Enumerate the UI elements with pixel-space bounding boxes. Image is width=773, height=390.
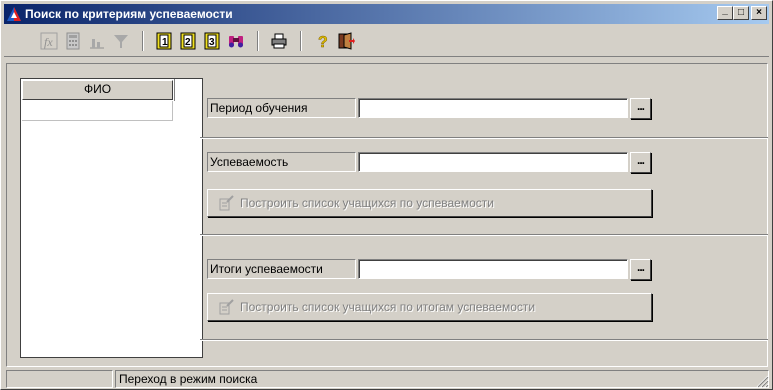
list-header-fio[interactable]: ФИО bbox=[22, 80, 173, 100]
svg-text:1: 1 bbox=[162, 37, 168, 48]
bar-chart-icon bbox=[90, 38, 104, 48]
build-list-icon bbox=[218, 195, 234, 211]
section-divider bbox=[200, 137, 768, 139]
page-1-icon: 1 bbox=[156, 32, 172, 49]
period-field[interactable] bbox=[358, 98, 628, 118]
exit-icon bbox=[338, 31, 355, 50]
calculator-button[interactable] bbox=[62, 30, 84, 52]
page-2-button[interactable]: 2 bbox=[177, 30, 199, 52]
status-message: Переход в режим поиска bbox=[115, 370, 769, 388]
performance-picker-button[interactable]: ... bbox=[630, 152, 651, 173]
printer-icon bbox=[271, 33, 287, 48]
search-window: Поиск по критериям успеваемости _ □ × fx bbox=[0, 0, 773, 390]
page-1-button[interactable]: 1 bbox=[153, 30, 175, 52]
window-title: Поиск по критериям успеваемости bbox=[25, 7, 233, 21]
app-icon bbox=[7, 7, 21, 21]
student-list[interactable]: ФИО bbox=[20, 78, 203, 358]
resize-grip-icon[interactable] bbox=[755, 374, 769, 388]
svg-text:3: 3 bbox=[209, 37, 215, 48]
maximize-button[interactable]: □ bbox=[733, 6, 749, 20]
results-picker-button[interactable]: ... bbox=[630, 259, 651, 280]
calculator-icon bbox=[66, 32, 80, 49]
toolbar-separator bbox=[142, 30, 144, 51]
performance-label: Успеваемость bbox=[207, 152, 356, 172]
help-icon: ? bbox=[318, 33, 328, 50]
section-divider bbox=[200, 234, 768, 236]
svg-text:2: 2 bbox=[185, 37, 191, 48]
svg-text:fx: fx bbox=[44, 35, 53, 49]
page-3-icon: 3 bbox=[204, 32, 220, 49]
title-bar[interactable]: Поиск по критериям успеваемости _ □ × bbox=[4, 4, 769, 24]
period-picker-button[interactable]: ... bbox=[630, 98, 651, 119]
svg-text:?: ? bbox=[318, 34, 328, 50]
status-bar: Переход в режим поиска bbox=[4, 370, 769, 388]
formula-icon: fx bbox=[40, 32, 58, 49]
filter-icon bbox=[114, 34, 128, 48]
results-label: Итоги успеваемости bbox=[207, 259, 356, 279]
list-header-edge bbox=[174, 79, 175, 101]
search-button[interactable] bbox=[225, 30, 247, 52]
page-2-icon: 2 bbox=[180, 32, 196, 49]
formula-button[interactable]: fx bbox=[38, 30, 60, 52]
status-cell bbox=[6, 370, 113, 388]
maximize-icon: □ bbox=[737, 7, 745, 18]
build-list-icon bbox=[218, 299, 234, 315]
toolbar: fx 1 2 3 ? bbox=[4, 25, 769, 57]
content-area: ФИО Период обучения ... Успеваемость ...… bbox=[6, 63, 768, 367]
section-divider bbox=[200, 339, 768, 341]
build-performance-list-label: Построить список учащихся по успеваемост… bbox=[240, 196, 494, 210]
toolbar-separator bbox=[257, 30, 259, 51]
build-results-list-label: Построить список учащихся по итогам успе… bbox=[240, 300, 536, 314]
minimize-icon: _ bbox=[722, 5, 728, 16]
print-button[interactable] bbox=[268, 30, 290, 52]
results-field[interactable] bbox=[358, 259, 628, 279]
close-button[interactable]: × bbox=[751, 6, 767, 20]
list-row[interactable] bbox=[22, 101, 173, 121]
build-results-list-button[interactable]: Построить список учащихся по итогам успе… bbox=[207, 293, 652, 321]
binoculars-icon bbox=[229, 35, 243, 47]
exit-button[interactable] bbox=[335, 30, 357, 52]
performance-field[interactable] bbox=[358, 152, 628, 172]
help-button[interactable]: ? bbox=[311, 30, 333, 52]
build-performance-list-button[interactable]: Построить список учащихся по успеваемост… bbox=[207, 189, 652, 217]
close-icon: × bbox=[756, 7, 762, 18]
minimize-button[interactable]: _ bbox=[717, 6, 733, 20]
filter-button[interactable] bbox=[110, 30, 132, 52]
toolbar-separator bbox=[300, 30, 302, 51]
period-label: Период обучения bbox=[207, 98, 356, 118]
page-3-button[interactable]: 3 bbox=[201, 30, 223, 52]
chart-button[interactable] bbox=[86, 30, 108, 52]
